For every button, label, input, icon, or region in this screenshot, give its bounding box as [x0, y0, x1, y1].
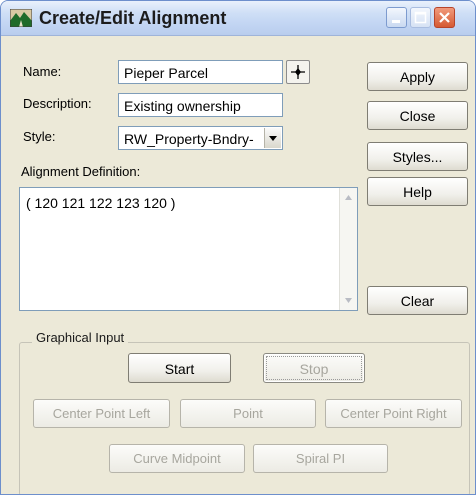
help-button[interactable]: Help	[367, 177, 468, 206]
stop-button[interactable]: Stop	[263, 353, 365, 383]
point-button[interactable]: Point	[180, 399, 316, 428]
maximize-icon	[414, 11, 427, 24]
close-button[interactable]: Close	[367, 101, 468, 130]
description-field[interactable]: Existing ownership	[118, 93, 283, 117]
scroll-up-icon[interactable]	[342, 191, 355, 204]
graphical-input-legend: Graphical Input	[32, 330, 129, 345]
style-selected-value: RW_Property-Bndry-	[124, 131, 254, 147]
minimize-icon	[392, 20, 400, 23]
close-window-button[interactable]	[434, 7, 455, 28]
mountain-road-app-icon	[10, 9, 32, 27]
window-title: Create/Edit Alignment	[39, 8, 227, 28]
name-label: Name:	[23, 64, 62, 79]
start-button[interactable]: Start	[128, 353, 231, 383]
style-label: Style:	[23, 129, 56, 144]
alignment-definition-textarea[interactable]: ( 120 121 122 123 120 )	[19, 187, 358, 311]
center-point-left-button[interactable]: Center Point Left	[33, 399, 170, 428]
dropdown-arrow[interactable]	[264, 128, 281, 148]
create-edit-alignment-dialog: Create/Edit Alignment Name: Pieper Parce…	[0, 0, 476, 495]
clear-button[interactable]: Clear	[367, 286, 468, 315]
curve-midpoint-button[interactable]: Curve Midpoint	[109, 444, 245, 473]
vertical-scrollbar[interactable]	[339, 188, 357, 310]
style-dropdown[interactable]: RW_Property-Bndry-	[118, 126, 283, 150]
scroll-down-icon[interactable]	[342, 294, 355, 307]
name-field[interactable]: Pieper Parcel	[118, 60, 283, 84]
crosshair-icon	[291, 65, 305, 79]
minimize-button[interactable]	[386, 7, 407, 28]
apply-button[interactable]: Apply	[367, 62, 468, 91]
maximize-button[interactable]	[410, 7, 431, 28]
alignment-definition-text: ( 120 121 122 123 120 )	[26, 195, 176, 211]
pick-point-button[interactable]	[286, 60, 310, 84]
close-icon	[439, 12, 450, 23]
title-bar[interactable]: Create/Edit Alignment	[1, 1, 475, 36]
chevron-down-icon	[269, 136, 277, 141]
center-point-right-button[interactable]: Center Point Right	[325, 399, 462, 428]
description-label: Description:	[23, 96, 92, 111]
styles-button[interactable]: Styles...	[367, 142, 468, 171]
alignment-definition-label: Alignment Definition:	[21, 164, 141, 179]
spiral-pi-button[interactable]: Spiral PI	[253, 444, 388, 473]
